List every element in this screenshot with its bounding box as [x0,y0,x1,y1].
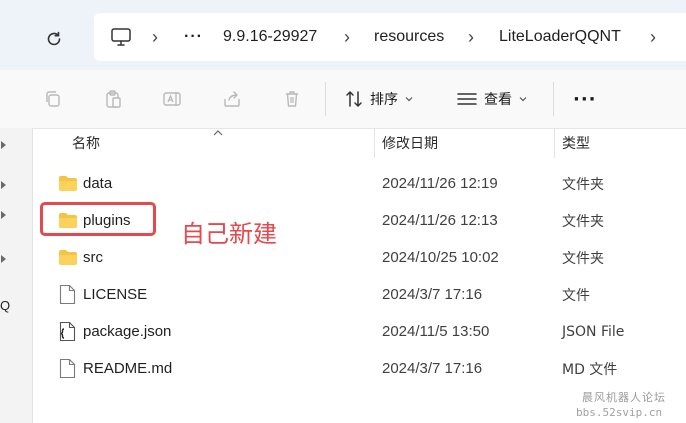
toolbar-divider [553,82,554,116]
file-name: src [83,249,103,266]
refresh-button[interactable] [40,25,68,53]
file-name: data [83,175,113,192]
file-modified: 2024/3/7 17:16 [382,360,483,377]
sort-label: 排序 [370,92,398,108]
file-row[interactable]: package.json 2024/11/5 13:50 JSON File [40,313,686,350]
column-header-modified[interactable]: 修改日期 [382,128,438,158]
column-divider[interactable] [374,128,375,158]
sort-button[interactable]: 排序 [344,84,414,114]
file-name: package.json [83,323,172,340]
file-type: 文件 [562,287,590,304]
watermark-url: bbs.52svip.cn [576,406,663,419]
chevron-down-icon [405,97,413,102]
this-pc-icon[interactable] [110,26,132,48]
column-divider[interactable] [554,128,555,158]
sort-ascending-indicator-icon [212,124,224,142]
trash-icon [286,91,298,107]
breadcrumb-separator[interactable]: › [468,13,474,61]
view-list-icon [457,93,477,105]
file-type: MD 文件 [562,361,618,378]
file-modified: 2024/3/7 17:16 [382,286,483,303]
breadcrumb-overflow[interactable]: ··· [184,13,203,61]
copy-button[interactable] [40,86,66,112]
view-button[interactable]: 查看 [456,84,528,114]
column-header-type[interactable]: 类型 [562,128,590,158]
annotation-label: 自己新建 [181,220,277,248]
highlight-box [40,202,156,236]
file-row[interactable]: src 2024/10/25 10:02 文件夹 [40,239,686,276]
breadcrumb-resources[interactable]: resources [374,13,444,61]
paste-icon [106,90,121,108]
breadcrumb-separator[interactable]: › [650,13,656,61]
sort-icon [346,91,362,107]
nav-item-partial-label[interactable]: Q [0,298,10,313]
refresh-icon [47,31,61,46]
file-row[interactable]: README.md 2024/3/7 17:16 MD 文件 [40,350,686,387]
file-name: LICENSE [83,286,148,303]
breadcrumb-liteloaderqqnt[interactable]: LiteLoaderQQNT [499,13,621,61]
rename-button[interactable] [159,86,185,112]
view-label: 查看 [484,92,512,108]
file-modified: 2024/11/26 12:13 [382,212,498,229]
delete-button[interactable] [279,86,305,112]
folder-icon [59,250,77,265]
chevron-down-icon [519,97,527,102]
nav-expand-icon[interactable] [0,254,8,264]
breadcrumb-version[interactable]: 9.9.16-29927 [223,13,317,61]
file-modified: 2024/11/5 13:50 [382,323,490,340]
address-bar[interactable]: › ··· 9.9.16-29927 › resources › LiteLoa… [94,13,686,61]
rename-icon [163,92,181,106]
copy-icon [46,91,60,107]
paste-button[interactable] [100,86,126,112]
folder-icon [59,176,77,191]
file-row[interactable]: LICENSE 2024/3/7 17:16 文件 [40,276,686,313]
file-type: 文件夹 [562,213,604,230]
file-type: JSON File [562,323,625,340]
watermark-title: 晨风机器人论坛 [582,391,666,404]
toolbar-divider [325,82,326,116]
share-icon [224,91,240,107]
json-file-icon [59,321,76,342]
file-type: 文件夹 [562,176,604,193]
column-header-name[interactable]: 名称 [72,128,100,158]
file-row[interactable]: data 2024/11/26 12:19 文件夹 [40,165,686,202]
file-modified: 2024/10/25 10:02 [382,249,499,266]
breadcrumb-separator[interactable]: › [344,13,350,61]
file-type: 文件夹 [562,250,604,267]
file-name: README.md [83,360,173,377]
file-icon [59,358,76,379]
more-options-button[interactable]: ··· [573,84,597,114]
command-bar: 排序 查看 ··· [0,70,686,129]
breadcrumb-separator[interactable]: › [152,13,158,61]
nav-expand-icon[interactable] [0,140,8,150]
share-button[interactable] [219,86,245,112]
nav-expand-icon[interactable] [0,210,8,220]
file-modified: 2024/11/26 12:19 [382,175,498,192]
file-icon [59,284,76,305]
nav-expand-icon[interactable] [0,180,8,190]
navigation-pane [0,128,33,423]
